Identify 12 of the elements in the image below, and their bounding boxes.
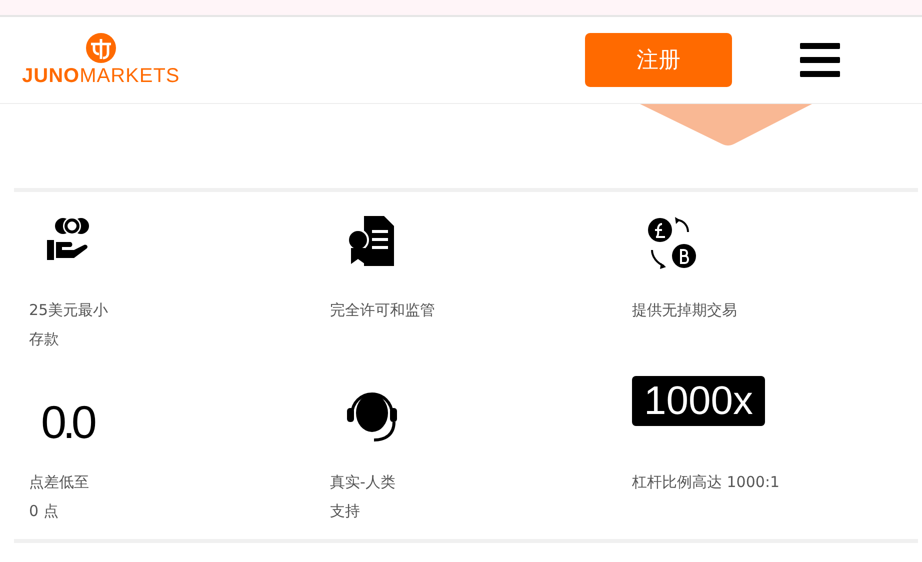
feature-text: 提供无掉期交易 <box>632 300 738 321</box>
feature-text: 真实-人类 支持 <box>330 472 396 522</box>
logo-icon <box>86 32 116 62</box>
register-button[interactable]: 注册 <box>585 33 732 87</box>
leverage-badge: 1000x <box>632 376 765 426</box>
logo-wordmark[interactable]: JUNOMARKETS <box>22 64 180 88</box>
spread-numeral: 0.0 <box>41 396 93 448</box>
feature-text: 25美元最小 存款 <box>29 300 110 350</box>
feature-text: 杠杆比例高达 1000:1 <box>632 472 781 493</box>
feature-text: 点差低至 0 点 <box>29 472 90 522</box>
menu-icon[interactable] <box>800 43 840 77</box>
feature-text: 完全许可和监管 <box>330 300 436 321</box>
